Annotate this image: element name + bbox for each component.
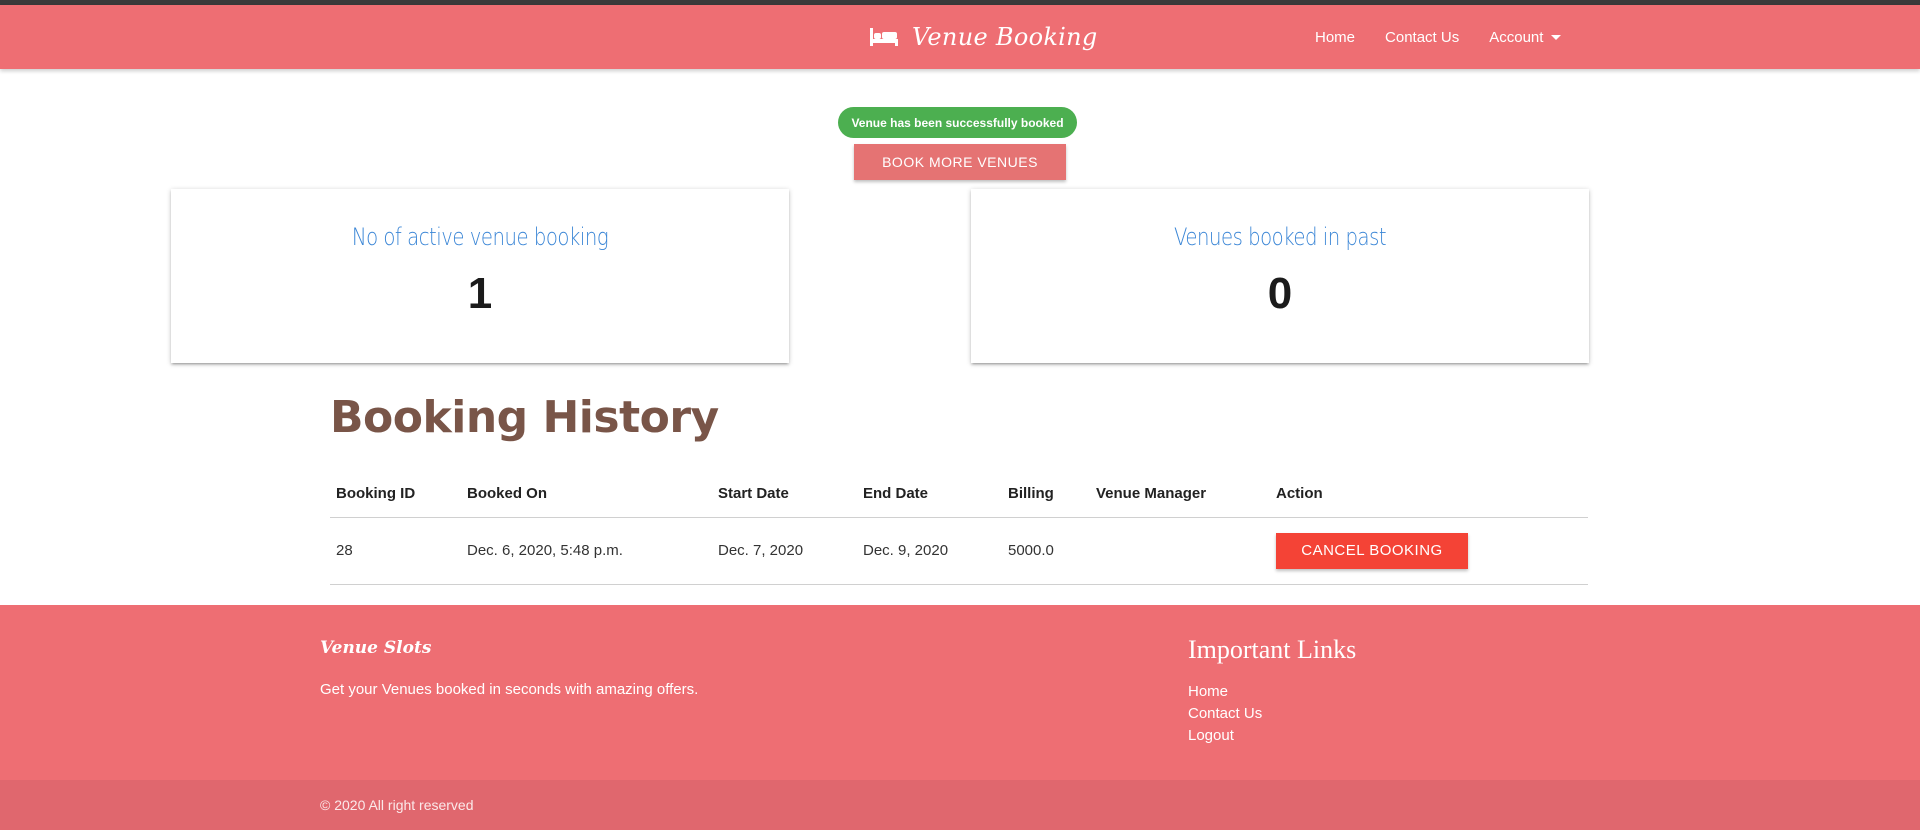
footer: Venue Slots Get your Venues booked in se… [0, 605, 1920, 780]
nav-account-dropdown[interactable]: Account [1474, 29, 1571, 46]
copyright-text: © 2020 All right reserved [320, 797, 474, 813]
cell-billing: 5000.0 [1002, 517, 1090, 585]
cell-end-date: Dec. 9, 2020 [857, 517, 1002, 585]
footer-links-list: Home Contact Us Logout [1188, 681, 1262, 747]
footer-brand: Venue Slots [320, 638, 432, 658]
column-header-action: Action [1270, 470, 1588, 518]
cell-booked-on: Dec. 6, 2020, 5:48 p.m. [461, 517, 712, 585]
past-bookings-title: Venues booked in past [1173, 223, 1387, 251]
footer-link-home[interactable]: Home [1188, 683, 1228, 700]
column-header-start-date: Start Date [712, 470, 857, 518]
column-header-billing: Billing [1002, 470, 1090, 518]
cancel-booking-button[interactable]: CANCEL BOOKING [1276, 532, 1468, 569]
brand-logo[interactable]: Venue Booking [870, 19, 1098, 55]
list-item: Home [1188, 681, 1262, 703]
table-row: 28 Dec. 6, 2020, 5:48 p.m. Dec. 7, 2020 … [330, 517, 1588, 585]
nav-link-home[interactable]: Home [1300, 29, 1370, 46]
nav-link-contact-us[interactable]: Contact Us [1370, 29, 1474, 46]
active-bookings-title: No of active venue booking [351, 223, 609, 251]
cell-action: CANCEL BOOKING [1270, 517, 1588, 585]
booking-history-table: Booking ID Booked On Start Date End Date… [330, 470, 1588, 585]
bed-icon [870, 28, 898, 46]
footer-links-title: Important Links [1188, 635, 1357, 664]
column-header-end-date: End Date [857, 470, 1002, 518]
active-bookings-card: No of active venue booking 1 [171, 189, 789, 363]
active-bookings-count: 1 [467, 269, 493, 318]
cell-booking-id: 28 [330, 517, 461, 585]
book-more-venues-button[interactable]: BOOK MORE VENUES [854, 144, 1066, 180]
past-bookings-count: 0 [1267, 269, 1293, 318]
table-header-row: Booking ID Booked On Start Date End Date… [330, 470, 1588, 518]
navbar: Venue Booking Home Contact Us Account [0, 5, 1920, 69]
cell-start-date: Dec. 7, 2020 [712, 517, 857, 585]
caret-down-icon [1551, 34, 1562, 40]
nav-account-label: Account [1489, 28, 1544, 46]
list-item: Logout [1188, 725, 1262, 747]
copyright-bar: © 2020 All right reserved [0, 780, 1920, 830]
success-alert: Venue has been successfully booked [838, 107, 1077, 138]
brand-title: Venue Booking [912, 23, 1098, 51]
column-header-booked-on: Booked On [461, 470, 712, 518]
footer-link-logout[interactable]: Logout [1188, 727, 1234, 744]
footer-tagline: Get your Venues booked in seconds with a… [320, 681, 699, 698]
cell-venue-manager [1090, 517, 1270, 585]
list-item: Contact Us [1188, 703, 1262, 725]
footer-link-contact-us[interactable]: Contact Us [1188, 705, 1262, 722]
column-header-booking-id: Booking ID [330, 470, 461, 518]
past-bookings-card: Venues booked in past 0 [971, 189, 1589, 363]
nav-links: Home Contact Us Account [1300, 5, 1571, 69]
column-header-venue-manager: Venue Manager [1090, 470, 1270, 518]
booking-history-title: Booking History [330, 392, 719, 443]
